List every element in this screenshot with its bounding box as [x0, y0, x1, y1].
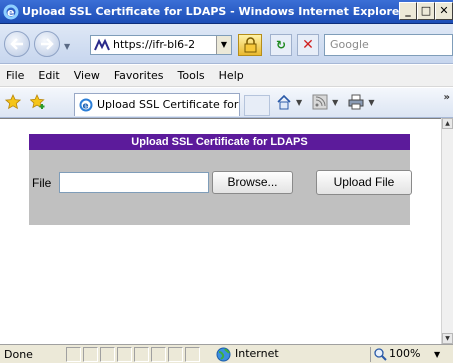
zoom-icon — [374, 348, 387, 361]
page-title: Upload SSL Certificate for LDAPS — [29, 134, 410, 150]
add-favorites-icon[interactable] — [30, 94, 46, 110]
stop-icon[interactable]: ✕ — [297, 34, 319, 56]
close-button[interactable]: ✕ — [435, 2, 453, 20]
status-bar: Done Internet 100% ▼ — [0, 344, 453, 363]
vertical-scrollbar[interactable]: ▲ ▼ — [441, 118, 453, 344]
home-icon[interactable] — [276, 94, 292, 110]
scroll-up-icon[interactable]: ▲ — [442, 118, 453, 129]
address-dropdown[interactable]: ▼ — [216, 36, 231, 54]
menu-view[interactable]: View — [74, 69, 100, 82]
address-input[interactable]: https://ifr-bl6-2 ▼ — [90, 35, 232, 55]
scroll-down-icon[interactable]: ▼ — [442, 333, 453, 344]
menu-favorites[interactable]: Favorites — [114, 69, 164, 82]
feeds-dropdown[interactable]: ▼ — [332, 98, 338, 107]
new-tab-button[interactable] — [244, 95, 270, 116]
window-title: Upload SSL Certificate for LDAPS - Windo… — [22, 5, 405, 18]
tab-title: Upload SSL Certificate for ... — [97, 98, 240, 111]
menu-file[interactable]: File — [6, 69, 24, 82]
status-segment — [168, 347, 183, 362]
upload-file-button[interactable]: Upload File — [316, 170, 412, 195]
status-segment — [66, 347, 81, 362]
menu-edit[interactable]: Edit — [38, 69, 59, 82]
status-segment — [134, 347, 149, 362]
svg-text:e: e — [7, 6, 14, 19]
tab-upload-ssl[interactable]: e Upload SSL Certificate for ... — [74, 93, 240, 116]
minimize-button[interactable]: _ — [399, 2, 417, 20]
title-bar: e Upload SSL Certificate for LDAPS - Win… — [0, 0, 453, 24]
maximize-button[interactable]: □ — [417, 2, 435, 20]
status-segment — [185, 347, 200, 362]
file-path-input[interactable] — [59, 172, 209, 193]
lock-icon — [244, 37, 257, 53]
security-button[interactable] — [238, 34, 262, 56]
tab-bar: e Upload SSL Certificate for ... ▼ ▼ ▼ » — [0, 88, 453, 118]
address-toolbar: ▼ https://ifr-bl6-2 ▼ ↻ ✕ Google — [0, 24, 453, 64]
recent-pages-dropdown[interactable]: ▼ — [64, 42, 70, 51]
window-controls: _ □ ✕ — [399, 2, 453, 20]
address-url: https://ifr-bl6-2 — [113, 38, 196, 51]
star-icon[interactable] — [5, 94, 21, 110]
more-tools-chevron[interactable]: » — [444, 92, 450, 103]
page-content: Upload SSL Certificate for LDAPS File Br… — [0, 118, 441, 344]
command-bar: ▼ ▼ ▼ — [276, 94, 380, 110]
zoom-control[interactable]: 100% ▼ — [370, 347, 453, 362]
svg-text:e: e — [83, 102, 89, 112]
feeds-icon[interactable] — [312, 94, 328, 110]
status-segment — [100, 347, 115, 362]
security-zone[interactable]: Internet — [214, 347, 354, 362]
status-text: Done — [4, 348, 33, 361]
back-arrow-icon — [10, 38, 23, 50]
status-segment — [83, 347, 98, 362]
home-dropdown[interactable]: ▼ — [296, 98, 302, 107]
search-input[interactable]: Google — [324, 34, 453, 56]
ie-logo-icon: e — [3, 4, 19, 20]
forward-arrow-icon — [41, 38, 54, 50]
upload-panel: Upload SSL Certificate for LDAPS File Br… — [29, 134, 412, 225]
zone-label: Internet — [235, 347, 279, 360]
zoom-dropdown[interactable]: ▼ — [434, 350, 440, 359]
print-icon[interactable] — [348, 94, 364, 110]
print-dropdown[interactable]: ▼ — [368, 98, 374, 107]
globe-icon — [216, 347, 231, 362]
status-segment — [151, 347, 166, 362]
back-button[interactable] — [4, 31, 30, 57]
browse-button[interactable]: Browse... — [212, 171, 293, 194]
menu-bar: File Edit View Favorites Tools Help — [0, 65, 453, 87]
site-icon — [94, 38, 110, 51]
forward-button[interactable] — [34, 31, 60, 57]
zoom-level: 100% — [389, 347, 421, 360]
page-icon: e — [79, 98, 93, 112]
menu-tools[interactable]: Tools — [178, 69, 205, 82]
file-label: File — [32, 176, 52, 190]
refresh-icon[interactable]: ↻ — [270, 34, 292, 56]
menu-help[interactable]: Help — [219, 69, 244, 82]
status-segment — [117, 347, 132, 362]
